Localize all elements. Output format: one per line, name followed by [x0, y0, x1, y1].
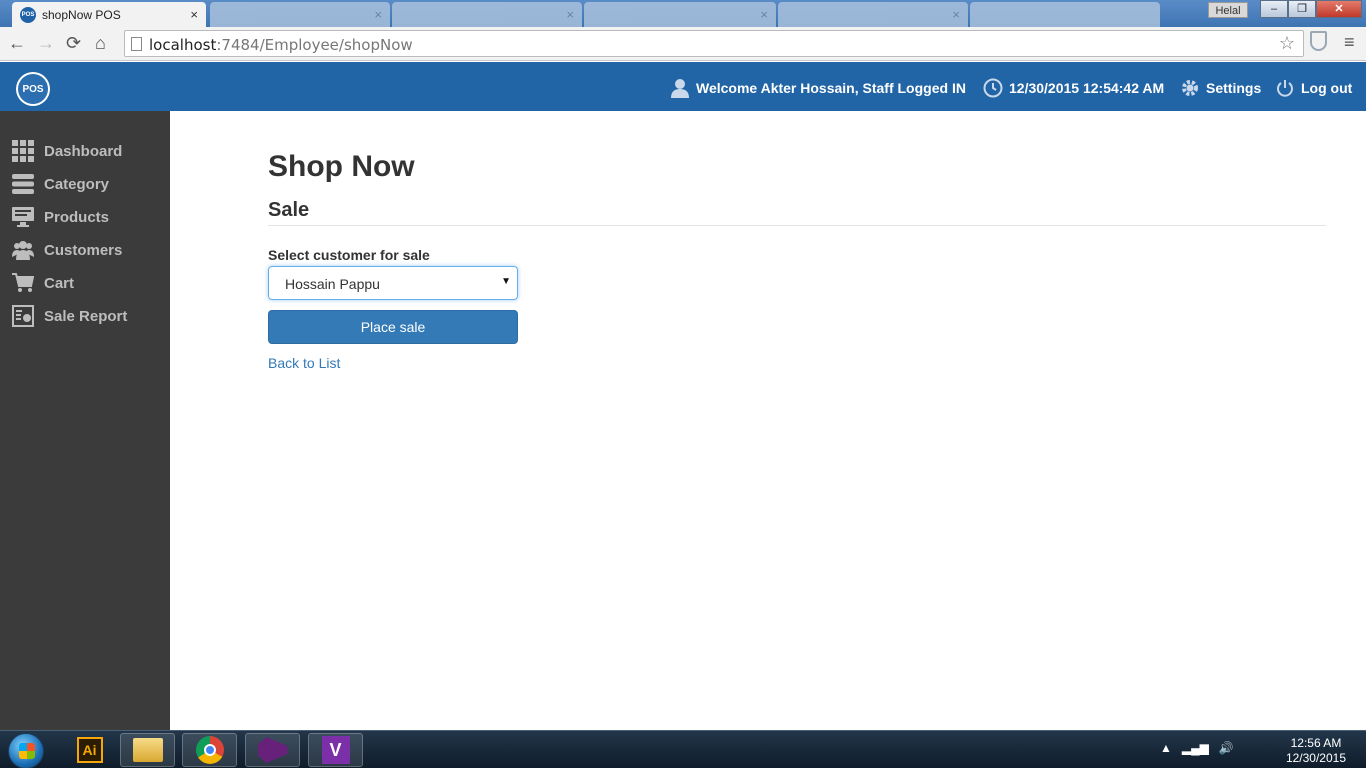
- clock-time: 12:56 AM: [1290, 736, 1342, 750]
- sidebar-item-customers[interactable]: Customers: [12, 238, 122, 262]
- taskbar-explorer[interactable]: [120, 733, 175, 767]
- logout-label: Log out: [1301, 80, 1353, 96]
- tab-shopnow-pos[interactable]: POS shopNow POS ×: [12, 2, 206, 27]
- browser-menu-icon[interactable]: ≡: [1344, 32, 1355, 53]
- close-window-button[interactable]: ✕: [1316, 0, 1362, 18]
- cart-icon: [12, 272, 34, 294]
- logout-link[interactable]: Log out: [1275, 78, 1352, 98]
- maximize-button[interactable]: ❐: [1288, 0, 1316, 18]
- home-icon[interactable]: ⌂: [95, 33, 106, 54]
- windows-taskbar: Ai V ▲ ▂▄▆ 🔊 12:56 AM 12/30/2015: [0, 730, 1366, 768]
- visual-studio-icon: [257, 737, 288, 763]
- customer-selected-value: Hossain Pappu: [285, 276, 380, 292]
- url-text[interactable]: localhost:7484/Employee/shopNow: [149, 36, 413, 54]
- clock-icon: [983, 78, 1003, 98]
- taskbar-clock[interactable]: 12:56 AM 12/30/2015: [1286, 736, 1346, 766]
- pos-favicon-icon: POS: [20, 6, 36, 23]
- taskbar-visual-studio[interactable]: [245, 733, 300, 767]
- background-tab[interactable]: ×: [584, 2, 776, 27]
- taskbar-visual-studio-2[interactable]: V: [308, 733, 363, 767]
- pos-logo[interactable]: POS: [16, 72, 50, 106]
- sidebar-item-label: Products: [44, 208, 110, 226]
- reload-icon[interactable]: ⟳: [66, 33, 81, 54]
- power-icon: [1275, 78, 1295, 98]
- clock-date: 12/30/2015: [1285, 751, 1346, 765]
- users-icon: [12, 239, 34, 261]
- page-title: Shop Now: [268, 150, 415, 183]
- sidebar-item-label: Customers: [44, 241, 123, 259]
- tray-expand-icon[interactable]: ▲: [1160, 741, 1172, 755]
- sidebar-item-cart[interactable]: Cart: [12, 271, 74, 295]
- place-sale-button[interactable]: Place sale: [268, 310, 518, 344]
- browser-user-badge[interactable]: Helal: [1208, 2, 1248, 18]
- folder-icon: [132, 738, 163, 762]
- background-tab[interactable]: ×: [392, 2, 582, 27]
- background-tab[interactable]: ×: [778, 2, 968, 27]
- page-icon: [131, 37, 142, 51]
- tab-title: shopNow POS: [42, 7, 121, 22]
- tab-close-icon[interactable]: ×: [760, 7, 768, 22]
- sidebar-item-label: Cart: [44, 274, 75, 292]
- window-controls: – ❐ ✕: [1260, 0, 1362, 18]
- start-button[interactable]: [8, 733, 44, 768]
- sidebar-item-products[interactable]: Products: [12, 205, 109, 229]
- system-tray: ▲ ▂▄▆ 🔊: [1160, 741, 1234, 755]
- visual-studio-icon: V: [321, 736, 350, 764]
- back-arrow-icon[interactable]: ←: [8, 33, 26, 54]
- minimize-button[interactable]: –: [1260, 0, 1288, 18]
- welcome-text: Welcome Akter Hossain, Staff Logged IN: [696, 80, 966, 96]
- sidebar: Dashboard Category Products Customers Ca…: [0, 111, 170, 730]
- taskbar-chrome[interactable]: [182, 733, 237, 767]
- grid-icon: [12, 140, 34, 162]
- sidebar-item-label: Dashboard: [44, 142, 123, 160]
- monitor-icon: [12, 206, 34, 228]
- bookmark-star-icon[interactable]: ☆: [1279, 33, 1295, 54]
- address-bar[interactable]: localhost:7484/Employee/shopNow ☆: [124, 30, 1304, 57]
- tab-close-icon[interactable]: ×: [566, 7, 574, 22]
- extension-shield-icon[interactable]: [1310, 31, 1327, 51]
- sidebar-item-dashboard[interactable]: Dashboard: [12, 139, 122, 163]
- taskbar-illustrator[interactable]: Ai: [62, 733, 117, 767]
- browser-tab-strip: POS shopNow POS × × × × × Helal – ❐ ✕: [0, 0, 1366, 27]
- browser-toolbar: ← → ⟳ ⌂ localhost:7484/Employee/shopNow …: [0, 27, 1366, 61]
- tab-close-icon[interactable]: ×: [952, 7, 960, 22]
- background-tab[interactable]: [970, 2, 1160, 27]
- chevron-down-icon: ▼: [501, 276, 511, 287]
- network-signal-icon[interactable]: ▂▄▆: [1182, 741, 1209, 755]
- chrome-icon: [195, 736, 224, 764]
- settings-label: Settings: [1206, 80, 1262, 96]
- welcome-user: Welcome Akter Hossain, Staff Logged IN: [670, 78, 966, 98]
- windows-logo-icon: [19, 743, 35, 759]
- sidebar-item-label: Category: [44, 175, 110, 193]
- background-tab[interactable]: ×: [210, 2, 390, 27]
- server-stack-icon: [12, 173, 34, 195]
- user-icon: [670, 78, 690, 98]
- page-subtitle: Sale: [268, 199, 310, 221]
- logo-text: POS: [18, 74, 48, 104]
- sidebar-item-sale-report[interactable]: Sale Report: [12, 304, 127, 328]
- datetime-text: 12/30/2015 12:54:42 AM: [1009, 80, 1165, 96]
- report-icon: [12, 305, 34, 327]
- volume-icon[interactable]: 🔊: [1219, 741, 1234, 755]
- settings-link[interactable]: Settings: [1180, 78, 1261, 98]
- tab-close-icon[interactable]: ×: [374, 7, 382, 22]
- header-datetime: 12/30/2015 12:54:42 AM: [983, 78, 1164, 98]
- gear-icon: [1180, 78, 1200, 98]
- forward-arrow-icon[interactable]: →: [37, 33, 55, 54]
- divider: [268, 225, 1326, 226]
- sidebar-item-label: Sale Report: [44, 307, 128, 325]
- illustrator-icon: Ai: [76, 737, 103, 763]
- customer-select[interactable]: Hossain Pappu ▼: [268, 266, 518, 300]
- sidebar-item-category[interactable]: Category: [12, 172, 109, 196]
- tab-close-icon[interactable]: ×: [190, 7, 198, 22]
- back-to-list-link[interactable]: Back to List: [268, 355, 340, 371]
- app-header: POS Welcome Akter Hossain, Staff Logged …: [0, 62, 1366, 111]
- customer-select-label: Select customer for sale: [268, 247, 430, 263]
